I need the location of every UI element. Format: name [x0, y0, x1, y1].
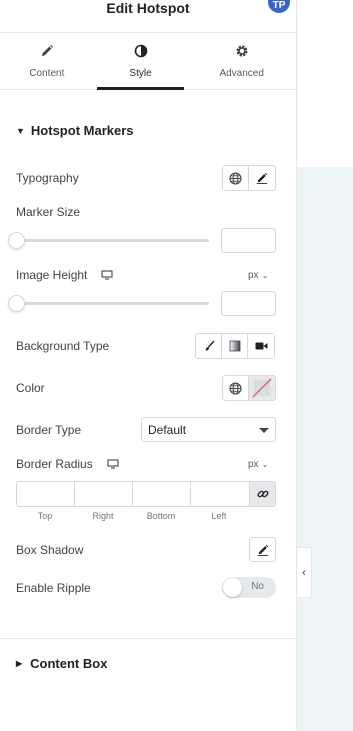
tab-content[interactable]: Content [0, 33, 94, 89]
caret-down-icon: ▼ [16, 125, 25, 136]
tab-style[interactable]: Style [94, 33, 188, 90]
border-radius-unit-select[interactable]: px ⌄ [248, 459, 268, 470]
background-type-choices [195, 333, 275, 359]
global-icon[interactable] [223, 166, 249, 190]
box-shadow-edit-button[interactable] [249, 537, 276, 562]
marker-size-input[interactable] [221, 228, 276, 253]
section-toggle-hotspot-markers[interactable]: ▼ Hotspot Markers [16, 123, 134, 138]
section-title: Hotspot Markers [30, 123, 134, 138]
border-type-select[interactable]: Default [141, 417, 276, 442]
marker-size-label: Marker Size [16, 205, 81, 219]
chevron-down-icon: ⌄ [261, 271, 269, 280]
image-height-label-row: Image Height [16, 268, 113, 282]
radius-left-input[interactable] [191, 482, 250, 506]
brush-icon[interactable] [196, 334, 222, 358]
tab-label-content: Content [29, 68, 65, 79]
section-divider [0, 638, 297, 639]
border-type-value: Default [148, 422, 187, 437]
toggle-knob [223, 578, 242, 597]
section-title: Content Box [30, 656, 108, 671]
border-radius-label: Border Radius [16, 457, 93, 471]
dim-label-right: Right [92, 511, 114, 521]
border-radius-inputs [16, 481, 276, 507]
section-toggle-content-box[interactable]: ▶ Content Box [16, 656, 107, 671]
background-type-label: Background Type [16, 339, 110, 353]
pencil-icon [0, 44, 94, 60]
image-height-input[interactable] [221, 291, 276, 316]
desktop-icon[interactable] [101, 270, 113, 280]
border-type-label: Border Type [16, 423, 82, 437]
contrast-icon [94, 44, 188, 60]
gear-icon [187, 44, 296, 60]
marker-size-slider[interactable] [8, 232, 209, 249]
border-radius-label-row: Border Radius [16, 457, 119, 471]
panel-tabs: Content Style Advanced [0, 33, 296, 90]
radius-top-input[interactable] [17, 482, 75, 506]
editor-panel: Edit Hotspot TP Content Style Advanced ▼… [0, 0, 297, 731]
desktop-icon[interactable] [107, 459, 119, 469]
slider-track [16, 302, 209, 305]
collapse-panel-button[interactable]: ‹ [297, 547, 312, 598]
caret-down-icon [259, 428, 269, 433]
image-height-unit-select[interactable]: px ⌄ [248, 270, 268, 281]
radius-bottom-input[interactable] [133, 482, 191, 506]
gradient-icon[interactable] [222, 334, 248, 358]
tab-advanced[interactable]: Advanced [187, 33, 296, 89]
color-label: Color [16, 381, 45, 395]
box-shadow-label: Box Shadow [16, 543, 84, 557]
edit-icon [257, 544, 269, 556]
color-swatch-empty-icon[interactable] [249, 376, 275, 400]
dim-label-left: Left [211, 511, 227, 521]
radius-right-input[interactable] [75, 482, 133, 506]
preview-area [297, 167, 353, 731]
border-radius-labels: Top Right Bottom Left [16, 511, 249, 521]
enable-ripple-toggle[interactable]: No [222, 577, 276, 598]
slider-handle[interactable] [8, 232, 25, 249]
global-icon[interactable] [223, 376, 249, 400]
caret-right-icon: ▶ [16, 659, 23, 668]
typography-controls [222, 165, 276, 191]
edit-icon[interactable] [249, 166, 275, 190]
unit-label: px [248, 459, 259, 470]
dim-label-top: Top [37, 511, 53, 521]
image-height-slider[interactable] [8, 295, 209, 312]
color-controls [222, 375, 276, 401]
video-icon[interactable] [248, 334, 274, 358]
tab-label-advanced: Advanced [219, 68, 264, 79]
chevron-left-icon: ‹ [302, 566, 306, 579]
image-height-label: Image Height [16, 268, 88, 282]
enable-ripple-label: Enable Ripple [16, 581, 91, 595]
chevron-down-icon: ⌄ [261, 460, 269, 469]
panel-header: Edit Hotspot TP [0, 0, 296, 33]
unit-label: px [248, 270, 259, 281]
typography-label: Typography [16, 171, 79, 185]
page-title: Edit Hotspot [106, 0, 190, 16]
slider-track [16, 239, 209, 242]
tab-label-style: Style [129, 68, 152, 79]
slider-handle[interactable] [8, 295, 25, 312]
dim-label-bottom: Bottom [146, 511, 176, 521]
link-icon[interactable] [250, 482, 275, 506]
toggle-state: No [251, 581, 264, 592]
